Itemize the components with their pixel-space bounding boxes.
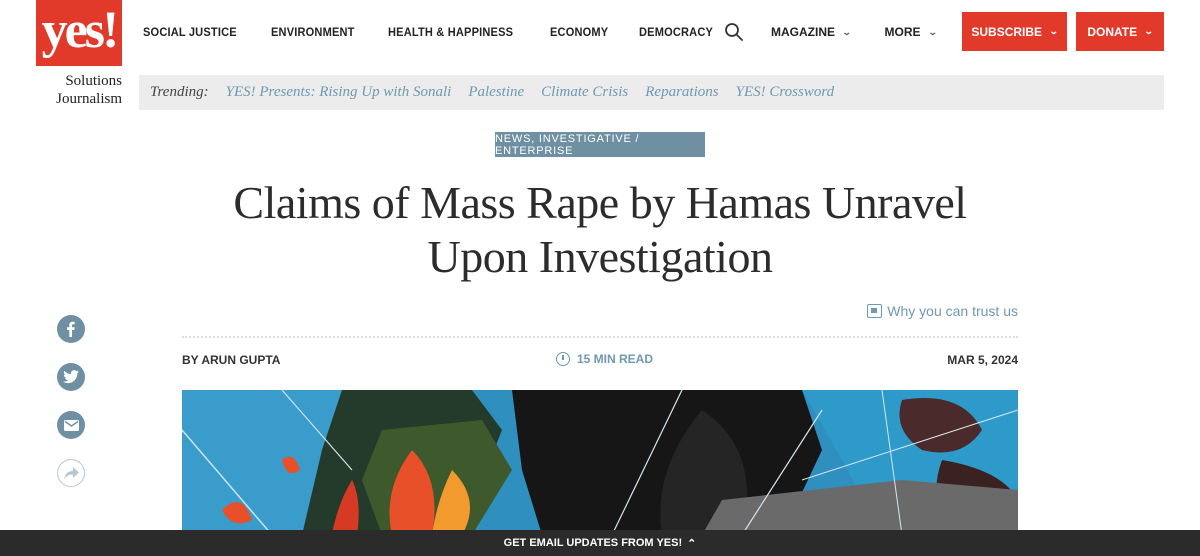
donate-label: DONATE <box>1087 24 1138 39</box>
logo-tagline-line1: Solutions <box>65 73 122 89</box>
logo-text: yes! <box>41 2 120 59</box>
search-icon[interactable] <box>724 22 744 42</box>
read-time: 15 MIN READ <box>556 352 653 366</box>
nav-environment[interactable]: ENVIRONMENT <box>271 25 355 39</box>
trending-label: Trending: <box>150 84 209 100</box>
chevron-down-icon: ⌄ <box>927 26 938 37</box>
trending-link-crossword[interactable]: YES! Crossword <box>736 84 835 101</box>
donate-button[interactable]: DONATE ⌄ <box>1076 12 1164 51</box>
publish-date: MAR 5, 2024 <box>947 353 1018 367</box>
hero-illustration <box>182 390 1018 535</box>
logo-mark[interactable]: yes! <box>36 0 122 66</box>
nav-economy[interactable]: ECONOMY <box>550 25 608 39</box>
trending-bar: Trending: YES! Presents: Rising Up with … <box>139 75 1164 110</box>
nav-magazine[interactable]: MAGAZINE ⌄ <box>771 25 852 39</box>
trust-link-label: Why you can trust us <box>887 303 1018 319</box>
nav-democracy[interactable]: DEMOCRACY <box>639 25 713 39</box>
trending-link-reparations[interactable]: Reparations <box>645 84 718 101</box>
logo-tagline-line2: Journalism <box>56 91 122 107</box>
trust-link[interactable]: Why you can trust us <box>867 303 1018 319</box>
nav-social-justice[interactable]: SOCIAL JUSTICE <box>143 25 237 39</box>
chevron-down-icon: ⌄ <box>1048 26 1059 36</box>
nav-more[interactable]: MORE ⌄ <box>884 25 938 39</box>
trending-link-palestine[interactable]: Palestine <box>468 84 524 101</box>
nav-magazine-label: MAGAZINE <box>771 25 835 39</box>
email-icon[interactable] <box>57 411 85 439</box>
chevron-up-icon: ⌃ <box>687 537 697 550</box>
email-updates-label: GET EMAIL UPDATES FROM YES! <box>503 537 683 549</box>
trending-link-rising-up[interactable]: YES! Presents: Rising Up with Sonali <box>226 84 452 101</box>
article-title: Claims of Mass Rape by Hamas Unravel Upo… <box>150 176 1050 284</box>
logo-tagline: Solutions Journalism <box>36 72 122 108</box>
subscribe-button[interactable]: SUBSCRIBE ⌄ <box>962 12 1067 51</box>
clock-icon <box>556 352 570 366</box>
chevron-down-icon: ⌄ <box>841 26 852 37</box>
article-title-line2: Upon Investigation <box>427 231 773 282</box>
facebook-icon[interactable] <box>57 315 85 343</box>
author-byline[interactable]: BY ARUN GUPTA <box>182 353 280 367</box>
article-title-line1: Claims of Mass Rape by Hamas Unravel <box>233 177 967 228</box>
trust-icon <box>867 304 883 318</box>
byline-divider <box>182 336 1018 338</box>
read-time-label: 15 MIN READ <box>577 352 654 366</box>
twitter-icon[interactable] <box>57 363 85 391</box>
email-updates-bar[interactable]: GET EMAIL UPDATES FROM YES! ⌃ <box>0 530 1200 556</box>
site-logo[interactable]: yes! Solutions Journalism <box>36 0 122 108</box>
trending-link-climate-crisis[interactable]: Climate Crisis <box>541 84 628 101</box>
nav-health-happiness[interactable]: HEALTH & HAPPINESS <box>388 25 513 39</box>
chevron-down-icon: ⌄ <box>1143 26 1154 36</box>
secondary-nav: MAGAZINE ⌄ MORE ⌄ <box>771 25 970 39</box>
share-icon[interactable] <box>57 459 85 487</box>
main-nav: SOCIAL JUSTICE ENVIRONMENT HEALTH & HAPP… <box>143 25 746 39</box>
nav-more-label: MORE <box>884 25 921 39</box>
subscribe-label: SUBSCRIBE <box>971 24 1043 39</box>
category-tag[interactable]: NEWS, INVESTIGATIVE / ENTERPRISE <box>495 132 705 157</box>
